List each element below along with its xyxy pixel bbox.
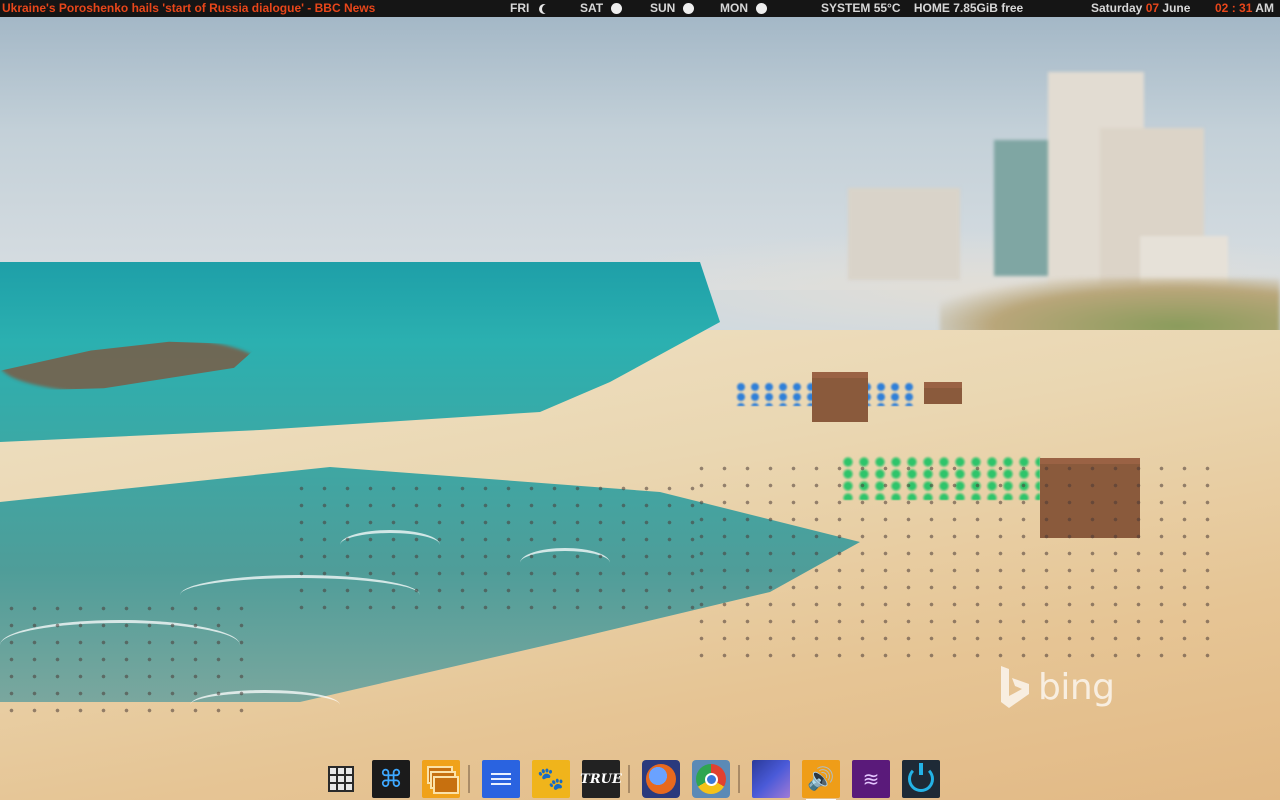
power-icon bbox=[908, 763, 934, 792]
wallpaper-people bbox=[290, 480, 700, 620]
date-weekday: Saturday bbox=[1091, 1, 1143, 15]
wallpaper-lifeguard-hut bbox=[924, 382, 962, 404]
command-icon: ⌘ bbox=[379, 765, 403, 793]
forecast-day-sat: SAT bbox=[580, 0, 650, 17]
document-icon bbox=[491, 773, 511, 785]
system-label: SYSTEM bbox=[821, 1, 871, 15]
forecast-day-fri: FRI bbox=[510, 0, 580, 17]
forecast-day-label: SUN bbox=[650, 1, 676, 15]
true-icon: TRUE bbox=[580, 771, 622, 787]
forecast-day-sun: SUN bbox=[650, 0, 720, 17]
gimp-icon: 🐾 bbox=[537, 766, 565, 792]
dock-wifi[interactable]: ≋ bbox=[852, 760, 890, 798]
date-month: June bbox=[1162, 1, 1191, 15]
dock-text-document[interactable] bbox=[482, 760, 520, 798]
date-display: Saturday 07 June bbox=[1091, 0, 1190, 17]
dock-file-stack[interactable] bbox=[422, 760, 460, 798]
clock[interactable]: 02 : 31 AM bbox=[1215, 0, 1274, 17]
forecast-day-label: FRI bbox=[510, 1, 530, 15]
dock-power[interactable] bbox=[902, 760, 940, 798]
system-temperature: 55°C bbox=[873, 1, 901, 15]
dock: ⌘ 🐾 TRUE 🔊 ≋ bbox=[322, 759, 952, 800]
dock-command-launcher[interactable]: ⌘ bbox=[372, 760, 410, 798]
clock-separator: : bbox=[1231, 1, 1236, 15]
wallpaper-building bbox=[994, 140, 1052, 276]
dock-gimp[interactable]: 🐾 bbox=[532, 760, 570, 798]
bing-watermark: bing bbox=[998, 664, 1115, 710]
dock-chrome[interactable] bbox=[692, 760, 730, 798]
clock-ampm: AM bbox=[1255, 1, 1274, 15]
wallpaper-people bbox=[0, 600, 260, 720]
forecast-day-label: MON bbox=[720, 1, 748, 15]
news-ticker-headline[interactable]: Ukraine's Poroshenko hails 'start of Rus… bbox=[2, 0, 375, 17]
clock-minute: 31 bbox=[1239, 1, 1253, 15]
wallpaper-people bbox=[690, 460, 1210, 660]
forecast-day-mon: MON bbox=[720, 0, 790, 17]
dock-firefox[interactable] bbox=[642, 760, 680, 798]
dock-separator bbox=[468, 765, 470, 793]
bing-wordmark: bing bbox=[1038, 666, 1115, 708]
clock-hour: 02 bbox=[1215, 1, 1229, 15]
home-label: HOME bbox=[913, 1, 950, 15]
wifi-icon: ≋ bbox=[862, 767, 880, 791]
weather-forecast: FRI SAT SUN MON bbox=[510, 0, 790, 17]
wallpaper-building bbox=[848, 188, 960, 280]
sun-icon bbox=[611, 3, 623, 14]
moon-icon bbox=[542, 4, 552, 14]
stack-icon bbox=[433, 776, 459, 794]
dock-true-app[interactable]: TRUE bbox=[580, 760, 622, 798]
speaker-icon: 🔊 bbox=[807, 766, 835, 792]
top-panel: Ukraine's Poroshenko hails 'start of Rus… bbox=[0, 0, 1280, 17]
wallpaper-lifeguard-hut bbox=[812, 372, 868, 422]
dock-sound[interactable]: 🔊 bbox=[802, 760, 840, 800]
grid-icon bbox=[328, 766, 354, 792]
dock-workspace-switcher[interactable] bbox=[752, 760, 790, 798]
sun-icon bbox=[683, 3, 695, 14]
dock-app-grid-launcher[interactable] bbox=[322, 760, 360, 798]
firefox-icon bbox=[646, 764, 676, 794]
dock-separator bbox=[628, 765, 630, 793]
bing-logo-icon bbox=[1001, 666, 1029, 708]
forecast-day-label: SAT bbox=[580, 1, 604, 15]
chrome-icon bbox=[696, 764, 726, 794]
date-day: 07 bbox=[1145, 1, 1160, 15]
home-free-space: 7.85GiB free bbox=[953, 1, 1024, 15]
system-monitor: SYSTEM 55°C HOME 7.85GiB free bbox=[821, 0, 1023, 17]
sun-icon bbox=[756, 3, 767, 14]
dock-separator bbox=[738, 765, 740, 793]
desktop-wallpaper: bing bbox=[0, 0, 1280, 800]
